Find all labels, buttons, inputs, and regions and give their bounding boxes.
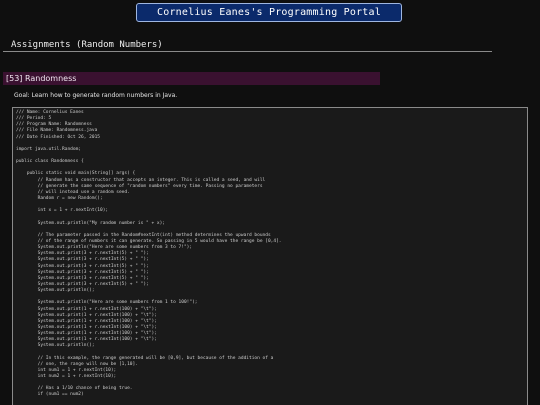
code-line: if (num1 == num2) — [16, 392, 84, 398]
section-title: Assignments (Random Numbers) — [11, 40, 163, 50]
lesson-title: [53] Randomness — [3, 72, 380, 85]
portal-title-banner: Cornelius Eanes's Programming Portal — [136, 3, 402, 22]
section-divider — [3, 51, 492, 52]
lesson-goal: Goal: Learn how to generate random numbe… — [14, 92, 178, 99]
code-block: /// Name: Cornelius Eanes/// Period: 5//… — [13, 108, 527, 399]
code-listing: /// Name: Cornelius Eanes/// Period: 5//… — [12, 107, 528, 405]
